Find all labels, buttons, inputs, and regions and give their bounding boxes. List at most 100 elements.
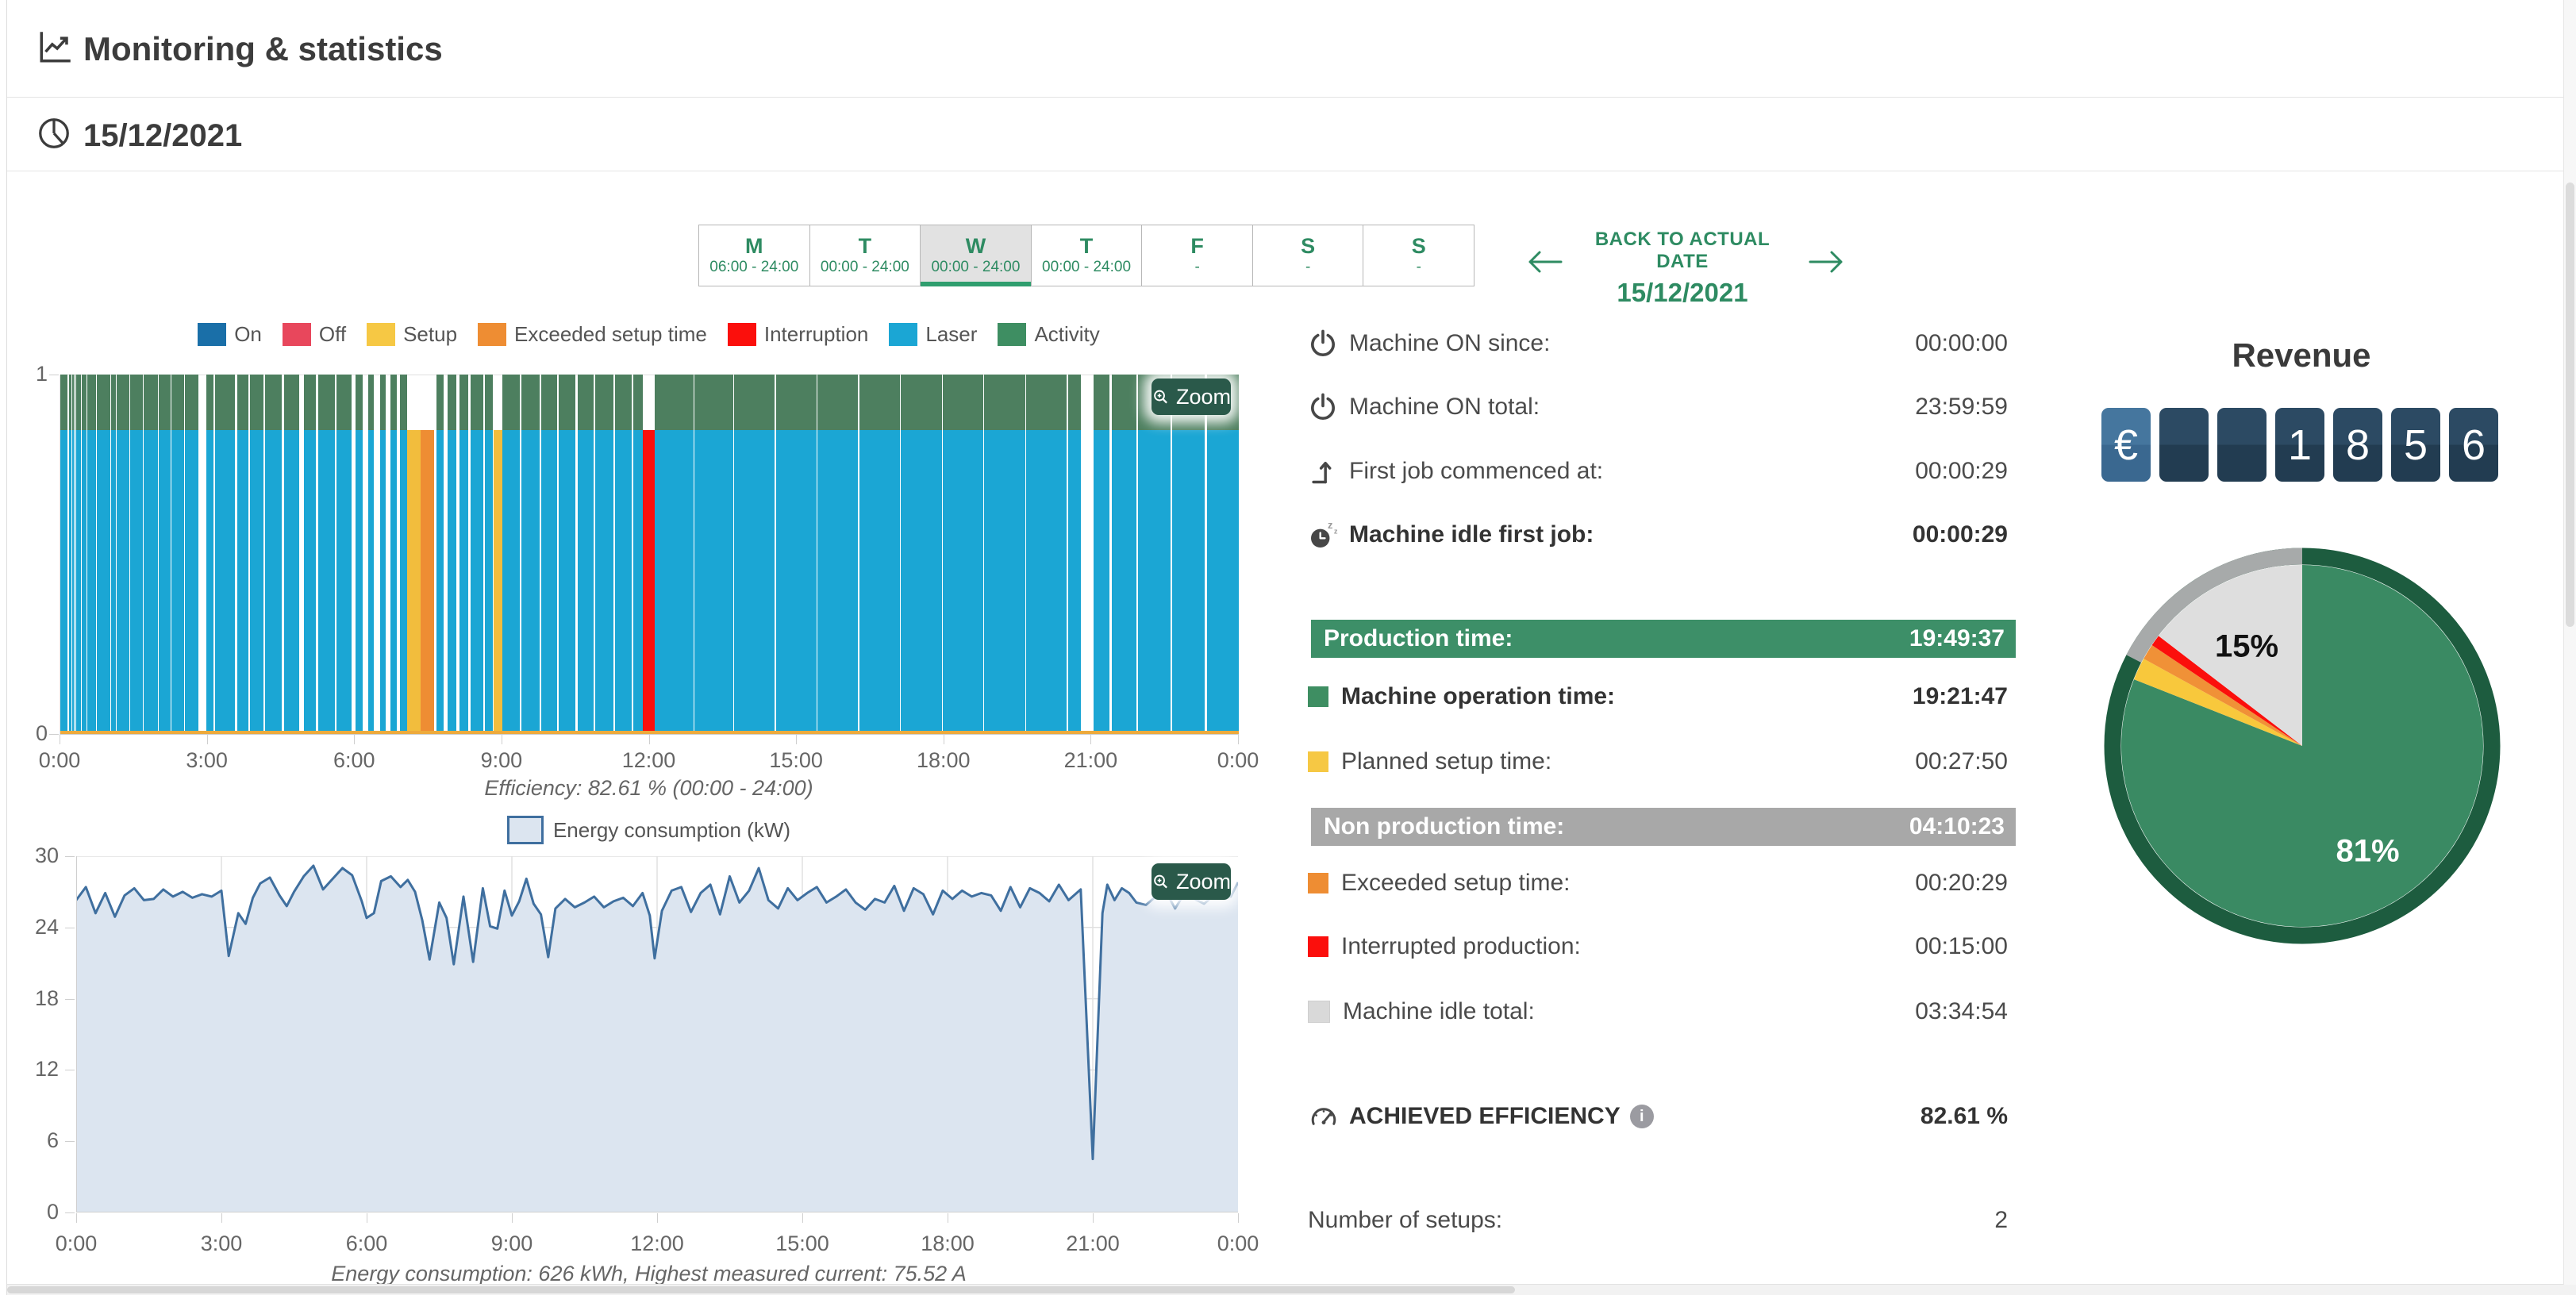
timeline-segment-activity xyxy=(69,375,72,430)
timeline-segment-activity xyxy=(984,375,1025,430)
time-distribution-pie-chart: 15%81% xyxy=(2104,548,2501,944)
stat-row-planned-setup-time: Planned setup time:00:27:50 xyxy=(1308,744,2009,780)
timeline-x-tick-label: 9:00 xyxy=(458,748,545,773)
energy-x-tick xyxy=(1238,1213,1239,1223)
timeline-segment-activity xyxy=(559,375,575,430)
weekday-hours: - xyxy=(1305,258,1310,277)
timeline-x-tick xyxy=(354,735,355,744)
stat-row-machine-on-total: Machine ON total:23:59:59 xyxy=(1308,389,2009,425)
weekday-letter: T xyxy=(1080,234,1094,258)
vertical-scrollbar[interactable] xyxy=(2563,0,2576,1285)
energy-consumption-chart xyxy=(76,856,1238,1212)
revenue-tile-digit-1 xyxy=(2159,408,2209,482)
legend-swatch xyxy=(478,323,506,346)
energy-y-tick-label: 0 xyxy=(27,1200,59,1224)
stat-banner-label: Non production time: xyxy=(1311,813,1564,840)
stat-row-interrupted-production: Interrupted production:00:15:00 xyxy=(1308,928,2009,965)
timeline-segment-activity xyxy=(75,375,76,430)
timeline-segment-laser xyxy=(159,430,171,734)
back-to-actual-date-button[interactable]: BACK TO ACTUAL DATE 15/12/2021 xyxy=(1575,229,1790,308)
weekday-cell-1-T[interactable]: T00:00 - 24:00 xyxy=(809,225,921,286)
info-icon[interactable]: i xyxy=(1630,1105,1654,1128)
stat-value: 2 xyxy=(1994,1207,2008,1234)
legend-swatch xyxy=(998,323,1026,346)
stat-row-achieved-efficiency: ACHIEVED EFFICIENCYi82.61 % xyxy=(1308,1098,2009,1135)
timeline-x-tick xyxy=(796,735,797,744)
date-bar: 15/12/2021 xyxy=(7,98,2563,171)
legend-label: Off xyxy=(319,322,346,347)
horizontal-scrollbar[interactable] xyxy=(7,1284,2576,1295)
stat-label: Machine operation time: xyxy=(1341,683,1615,710)
stat-banner-value: 19:49:37 xyxy=(1909,625,2005,652)
horizontal-scrollbar-thumb[interactable] xyxy=(7,1286,1515,1293)
weekday-hours: 00:00 - 24:00 xyxy=(931,258,1020,277)
stat-label: Machine ON total: xyxy=(1349,394,1540,421)
actual-date-label: 15/12/2021 xyxy=(1575,278,1790,308)
weekday-cell-0-M[interactable]: M06:00 - 24:00 xyxy=(698,225,810,286)
energy-y-tick-label: 30 xyxy=(27,843,59,868)
energy-y-tick xyxy=(65,999,75,1000)
legend-label: Exceeded setup time xyxy=(514,322,707,347)
pie-clock-icon xyxy=(36,115,75,155)
stat-label: Number of setups: xyxy=(1308,1207,1502,1234)
weekday-cell-2-W[interactable]: W00:00 - 24:00 xyxy=(920,225,1032,286)
monitoring-dashboard: Monitoring & statistics 15/12/2021 M06:0… xyxy=(0,0,2576,1295)
energy-y-tick-label: 12 xyxy=(27,1057,59,1082)
timeline-segment-laser xyxy=(144,430,157,734)
stat-value: 03:34:54 xyxy=(1915,998,2008,1025)
legend-item-off: Off xyxy=(283,322,346,347)
page-left-border xyxy=(6,0,7,1295)
back-to-actual-date-label: BACK TO ACTUAL DATE xyxy=(1575,229,1790,273)
timeline-segment-laser xyxy=(1068,430,1082,734)
timeline-segment-laser xyxy=(250,430,263,734)
timeline-segment-laser xyxy=(265,430,282,734)
timeline-segment-activity xyxy=(541,375,556,430)
next-day-arrow-icon[interactable] xyxy=(1808,246,1846,278)
timeline-segment-laser xyxy=(111,430,116,734)
timeline-segment-activity xyxy=(655,375,694,430)
stat-value: 00:20:29 xyxy=(1915,870,2008,897)
idle-clock-icon: zz xyxy=(1308,519,1349,551)
energy-x-tick-label: 12:00 xyxy=(613,1232,701,1256)
stat-row-number-of-setups: Number of setups: 2 xyxy=(1308,1202,2009,1239)
timeline-segment-activity xyxy=(694,375,732,430)
previous-day-arrow-icon[interactable] xyxy=(1525,246,1563,278)
energy-x-tick xyxy=(1093,1213,1094,1223)
timeline-segment-interruption xyxy=(643,430,655,734)
legend-item-activity: Activity xyxy=(998,322,1099,347)
timeline-segment-laser xyxy=(984,430,1025,734)
gauge-icon xyxy=(1308,1101,1349,1132)
timeline-segment-laser xyxy=(97,430,110,734)
revenue-tile-digit-6: 6 xyxy=(2449,408,2498,482)
timeline-segment-activity xyxy=(734,375,775,430)
timeline-zoom-button[interactable]: Zoom xyxy=(1152,379,1231,415)
timeline-segment-activity xyxy=(171,375,184,430)
vertical-scrollbar-thumb[interactable] xyxy=(2566,183,2574,627)
weekday-cell-3-T[interactable]: T00:00 - 24:00 xyxy=(1031,225,1143,286)
energy-caption: Energy consumption: 626 kWh, Highest mea… xyxy=(60,1262,1238,1286)
revenue-tile-currency: € xyxy=(2101,408,2151,482)
weekday-letter: T xyxy=(859,234,872,258)
weekday-cell-5-S[interactable]: S- xyxy=(1252,225,1364,286)
first-job-icon xyxy=(1308,456,1349,486)
timeline-segment-laser xyxy=(336,430,352,734)
energy-zoom-button[interactable]: Zoom xyxy=(1152,863,1231,900)
timeline-segment-laser xyxy=(471,430,483,734)
timeline-segment-activity xyxy=(76,375,81,430)
timeline-segment-activity xyxy=(1068,375,1082,430)
timeline-segment-laser xyxy=(390,430,396,734)
timeline-segment-activity xyxy=(521,375,540,430)
timeline-segment-laser xyxy=(459,430,468,734)
stat-value: 82.61 % xyxy=(1920,1103,2008,1130)
timeline-segment-activity xyxy=(284,375,299,430)
legend-item-interruption: Interruption xyxy=(728,322,869,347)
timeline-segment-exceeded_setup xyxy=(421,430,435,734)
weekday-letter: M xyxy=(745,234,763,258)
timeline-segment-laser xyxy=(237,430,248,734)
energy-y-tick xyxy=(65,1141,75,1142)
timeline-segment-activity xyxy=(380,375,386,430)
timeline-segment-laser xyxy=(633,430,643,734)
weekday-cell-4-F[interactable]: F- xyxy=(1141,225,1253,286)
energy-legend-label: Energy consumption (kW) xyxy=(553,818,790,843)
weekday-cell-6-S[interactable]: S- xyxy=(1363,225,1474,286)
